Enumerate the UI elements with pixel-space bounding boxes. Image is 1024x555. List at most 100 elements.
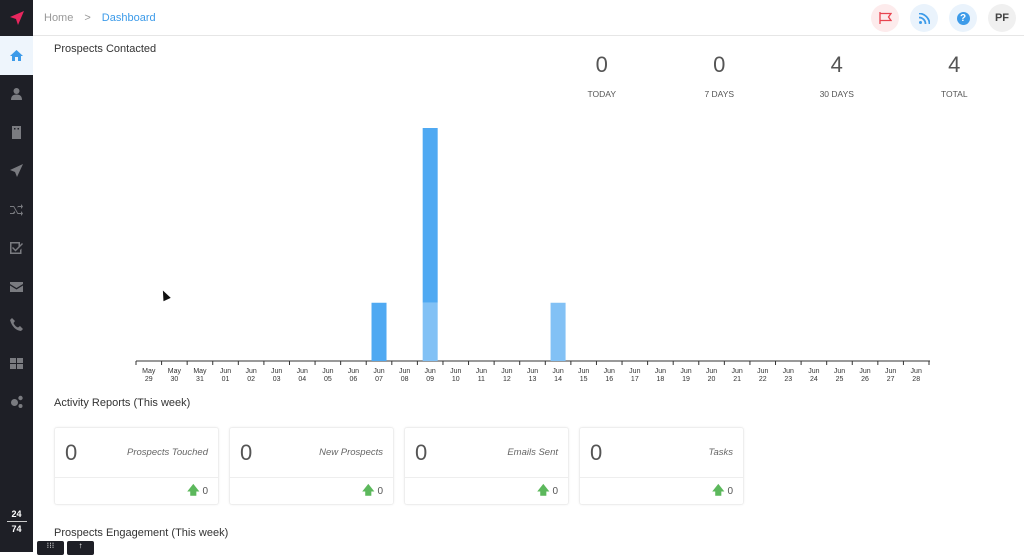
sequences-icon [10,203,23,216]
x-tick-label: 28 [912,376,920,383]
activity-card-tasks: 0 Tasks 🡅 0 [579,427,744,505]
x-tick-label: 07 [375,376,383,383]
x-tick-label: Jun [731,368,742,375]
sidebar-item-companies[interactable] [0,113,33,152]
x-tick-label: Jun [834,368,845,375]
card-value: 0 [415,439,428,465]
sidebar-item-campaigns[interactable] [0,152,33,191]
x-tick-label: Jun [629,368,640,375]
x-tick-label: Jun [757,368,768,375]
stat-value: 0 [595,52,608,77]
card-change: 0 [552,486,558,497]
breadcrumb-current[interactable]: Dashboard [102,12,156,24]
scroll-top-button[interactable]: ↑ [67,541,94,555]
tasks-icon [10,242,23,255]
x-tick-label: Jun [578,368,589,375]
sidebar-item-tasks[interactable] [0,229,33,268]
avatar-initials: PF [994,12,1010,24]
app-logo[interactable] [0,0,33,36]
sidebar-item-calls[interactable] [0,306,33,345]
x-tick-label: Jun [399,368,410,375]
calls-icon [10,318,23,332]
breadcrumb-separator: > [84,11,91,24]
bar-dark-jun-09[interactable] [422,128,438,303]
x-tick-label: 30 [170,376,178,383]
home-icon [10,49,23,61]
card-label: Tasks [708,447,733,458]
sidebar-item-settings[interactable] [0,383,33,422]
x-tick-label: 24 [810,376,818,383]
x-tick-label: 16 [605,376,613,383]
stat-value: 0 [713,52,726,77]
card-label: Prospects Touched [127,447,208,458]
x-tick-label: 13 [529,376,537,383]
x-tick-label: Jun [297,368,308,375]
top-bar: Home > Dashboard ? PF [33,0,1024,36]
card-value: 0 [590,439,603,465]
stat-label: TOTAL [940,89,968,99]
x-tick-label: Jun [911,368,922,375]
sidebar-item-prospects[interactable] [0,75,33,114]
x-tick-label: Jun [373,368,384,375]
x-tick-label: 18 [657,376,665,383]
engagement-title: Prospects Engagement (This week) [54,527,229,539]
x-tick-label: 06 [350,376,358,383]
arrow-up-icon: 🡅 [187,483,200,497]
grid-menu-button[interactable]: ⁝⁝⁝ [37,541,64,555]
x-tick-label: 01 [222,376,230,383]
sidebar-item-emails[interactable] [0,267,33,306]
card-value: 0 [240,439,253,465]
stat-label: 7 DAYS [704,89,735,99]
x-tick-label: 26 [861,376,869,383]
x-tick-label: 15 [580,376,588,383]
x-tick-label: 10 [452,376,460,383]
companies-icon [12,125,21,139]
help-button[interactable]: ? [949,4,977,32]
card-label: Emails Sent [507,447,558,458]
x-tick-label: Jun [604,368,615,375]
bar-dark-jun-07[interactable] [371,302,387,361]
x-tick-label: 04 [298,376,306,383]
x-tick-label: 12 [503,376,511,383]
user-avatar-button[interactable]: PF [988,4,1016,32]
x-tick-label: Jun [348,368,359,375]
x-tick-label: 19 [682,376,690,383]
breadcrumb-home[interactable]: Home [44,12,73,24]
stat-value: 4 [948,52,961,77]
stat-today: 0 TODAY [543,52,661,99]
arrow-up-icon: 🡅 [712,483,725,497]
arrow-up-icon: 🡅 [362,483,375,497]
x-tick-label: 29 [145,376,153,383]
stat-total: 4 TOTAL [896,52,1014,99]
card-change: 0 [202,486,208,497]
rss-icon [918,12,930,24]
flag-button[interactable] [871,4,899,32]
x-tick-label: Jun [245,368,256,375]
x-tick-label: 20 [708,376,716,383]
x-tick-label: 11 [478,376,485,383]
x-tick-label: 23 [784,376,792,383]
sidebar-item-home[interactable] [0,36,33,75]
x-tick-label: 27 [887,376,895,383]
sidebar-item-apps[interactable] [0,344,33,383]
x-tick-label: Jun [680,368,691,375]
card-label: New Prospects [319,447,383,458]
bar-light-jun-09[interactable] [422,302,438,361]
bar-light-jun-14[interactable] [550,302,566,361]
prospects-contacted-title: Prospects Contacted [54,43,157,55]
apps-icon [10,357,23,369]
activity-reports-title: Activity Reports (This week) [54,397,191,409]
activity-card-new-prospects: 0 New Prospects 🡅 0 [229,427,394,505]
sidebar-item-sequences[interactable] [0,190,33,229]
x-tick-label: 03 [273,376,281,383]
x-tick-label: 25 [836,376,844,383]
rss-button[interactable] [910,4,938,32]
x-tick-label: Jun [808,368,819,375]
counter-bottom: 74 [11,524,22,534]
x-tick-label: 08 [401,376,409,383]
x-tick-label: 17 [631,376,639,383]
stat-30-days: 4 30 DAYS [778,52,896,99]
card-change: 0 [727,486,733,497]
stats-row: 0 TODAY 0 7 DAYS 4 30 DAYS 4 TOTAL [543,52,1013,99]
x-tick-label: Jun [706,368,717,375]
